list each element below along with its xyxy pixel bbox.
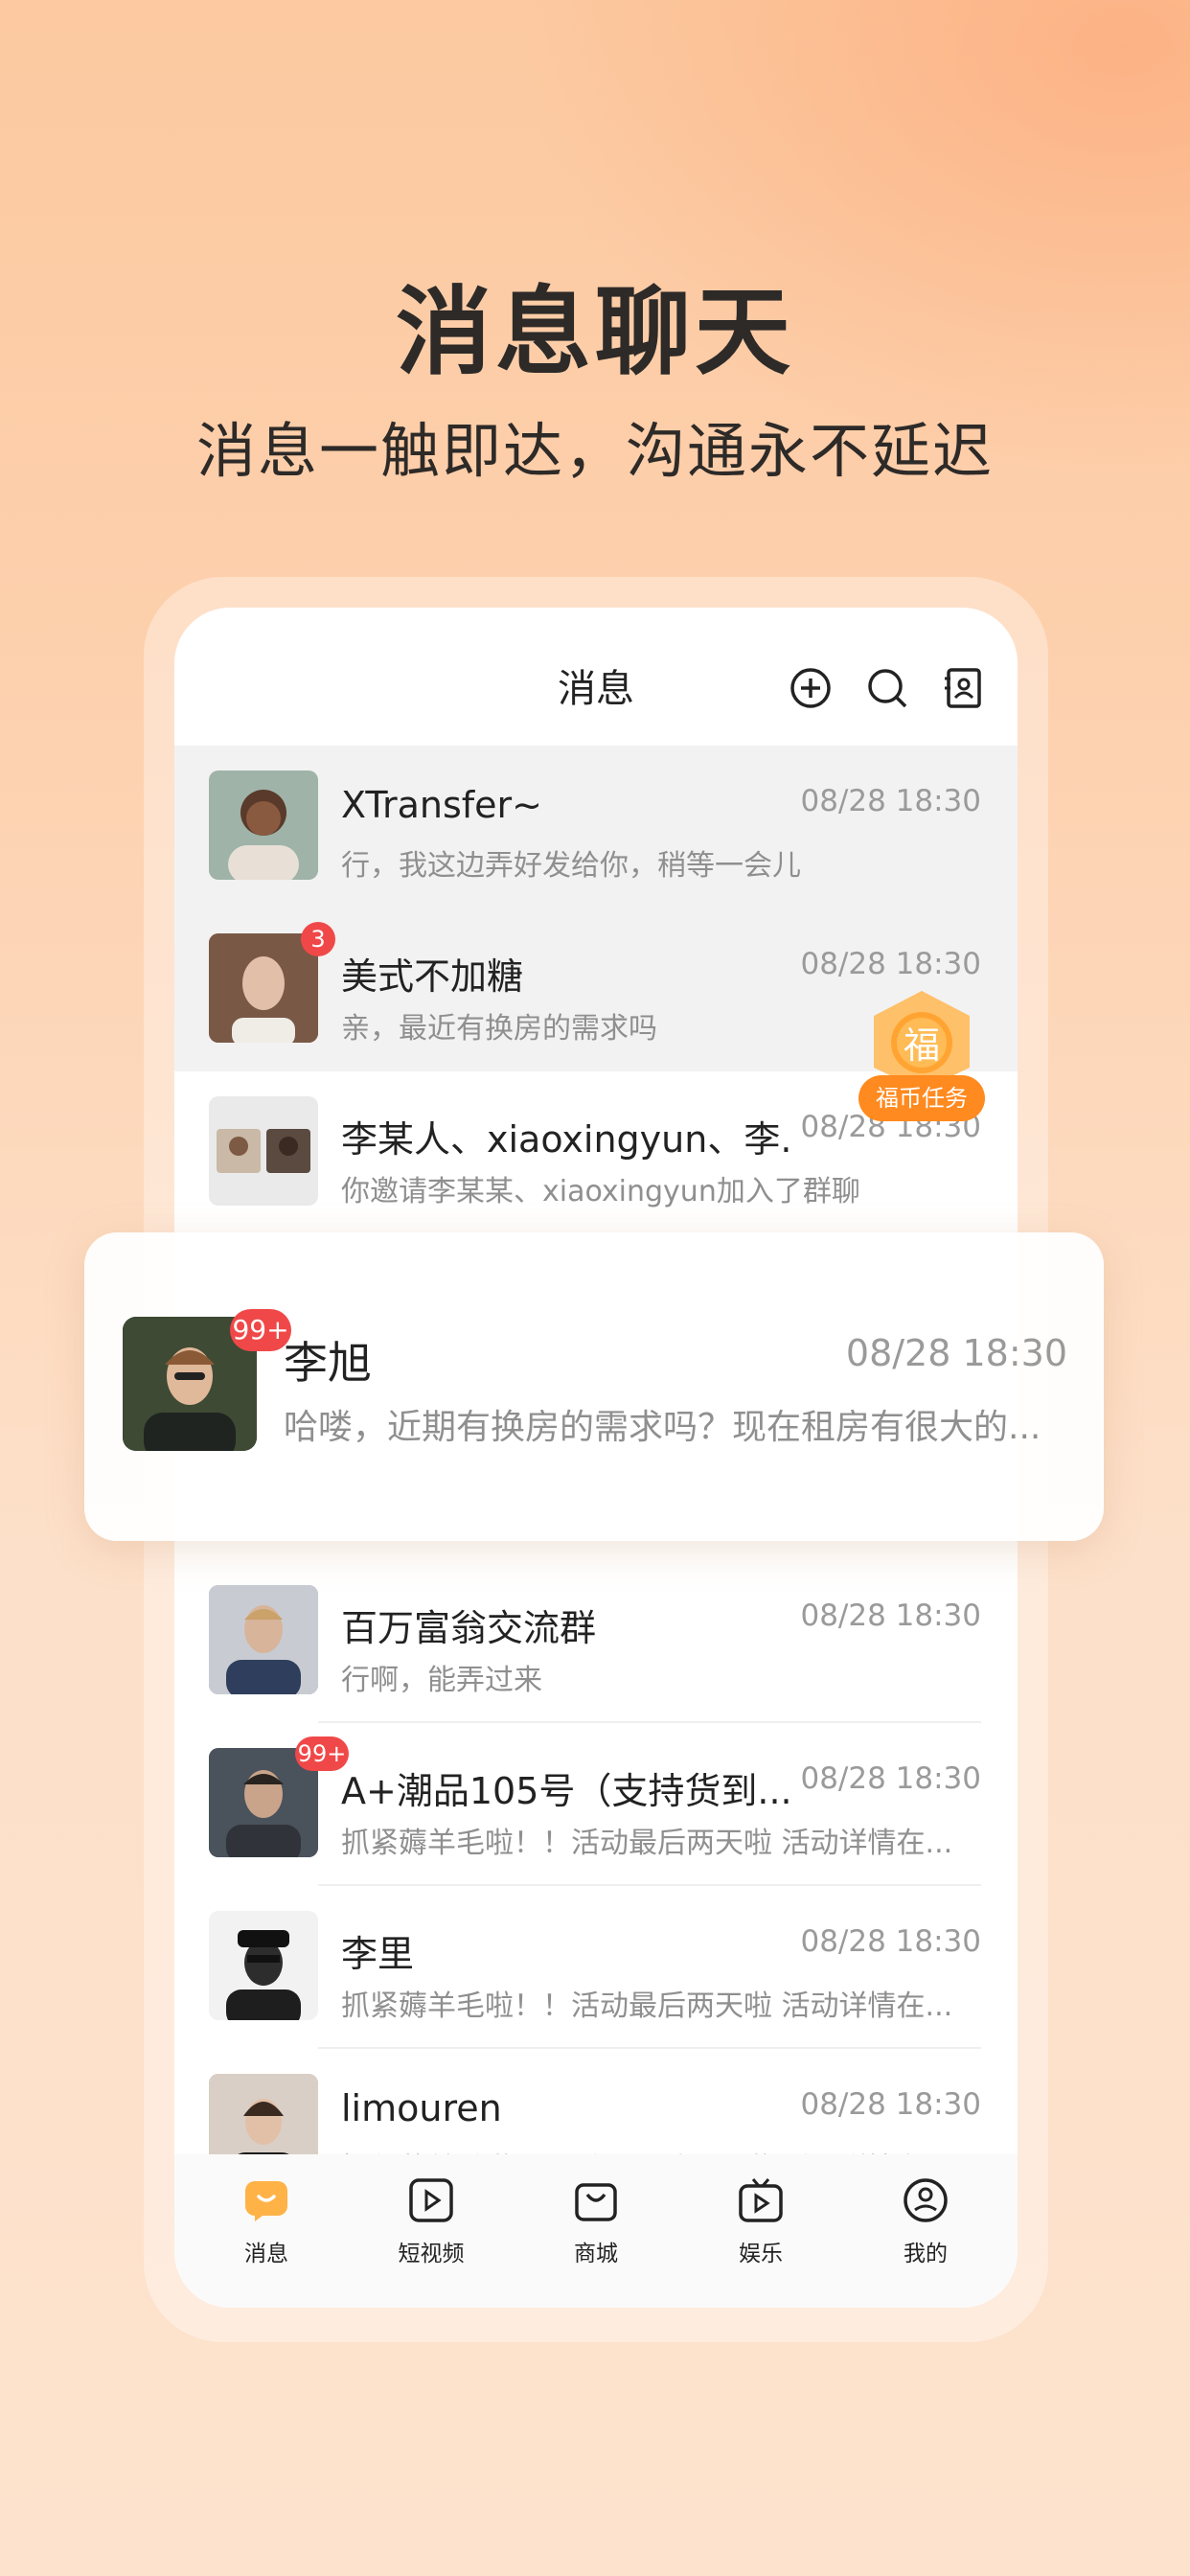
subline: 消息一触即达，沟通永不延迟 — [195, 416, 994, 486]
add-icon[interactable] — [788, 665, 834, 711]
conversation-preview: 亲，最近有换房的需求吗 — [341, 1012, 657, 1046]
conversation-preview: 哈喽，近期有换房的需求吗？现在租房有很大的... — [284, 1408, 1041, 1447]
tab-bar: 消息 短视频 商城 娱乐 我的 — [174, 2154, 1018, 2308]
conversation-name: XTransfer~ — [341, 784, 543, 826]
avatar — [209, 1585, 318, 1694]
reward-label: 福币任务 — [858, 1075, 985, 1121]
conversation-name: 李旭 — [284, 1337, 372, 1389]
conversation-time: 08/28 18:30 — [800, 784, 981, 818]
list-item[interactable]: XTransfer~ 08/28 18:30 行，我这边弄好发给你，稍等一会儿 — [174, 746, 1018, 908]
search-icon[interactable] — [864, 665, 910, 711]
conversation-time: 08/28 18:30 — [845, 1332, 1067, 1374]
tab-label: 娱乐 — [739, 2242, 783, 2266]
message-icon — [245, 2181, 287, 2221]
tab-messages[interactable]: 消息 — [209, 2175, 324, 2267]
conversation-preview: 行啊，能弄过来 — [341, 1664, 542, 1697]
headline: 消息聊天 — [396, 276, 794, 388]
shop-icon — [575, 2183, 617, 2221]
reward-task-button[interactable]: 福 福币任务 — [858, 987, 985, 1131]
tab-shop[interactable]: 商城 — [538, 2175, 653, 2267]
list-item[interactable]: 99+ A+潮品105号（支持货到... 08/28 18:30 抓紧薅羊毛啦！… — [174, 1723, 1018, 1886]
coin-glyph: 福 — [903, 1024, 940, 1067]
conversation-time: 08/28 18:30 — [800, 1761, 981, 1796]
tab-label: 我的 — [904, 2242, 948, 2266]
conversation-name: 百万富翁交流群 — [341, 1607, 597, 1649]
tab-profile[interactable]: 我的 — [868, 2175, 983, 2267]
conversation-name: 李某人、xiaoxingyun、李... — [341, 1118, 791, 1161]
avatar — [209, 770, 318, 880]
highlight-conversation-card[interactable]: 99+ 李旭 08/28 18:30 哈喽，近期有换房的需求吗？现在租房有很大的… — [84, 1232, 1104, 1541]
video-icon — [409, 2178, 453, 2222]
conversation-time: 08/28 18:30 — [800, 1924, 981, 1959]
tab-label: 短视频 — [398, 2242, 465, 2266]
nav-bar: 消息 — [174, 608, 1018, 746]
conversation-time: 08/28 18:30 — [800, 1598, 981, 1633]
conversation-preview: 抓紧薅羊毛啦！！活动最后两天啦 活动详情在... — [341, 1827, 953, 1860]
conversation-preview: 你邀请李某某、xiaoxingyun加入了群聊 — [341, 1175, 860, 1208]
tv-icon — [739, 2178, 783, 2222]
unread-badge: 99+ — [230, 1309, 291, 1351]
profile-icon — [904, 2178, 948, 2222]
conversation-preview: 行，我这边弄好发给你，稍等一会儿 — [341, 849, 801, 883]
conversation-name: A+潮品105号（支持货到... — [341, 1770, 791, 1812]
avatar — [209, 1911, 318, 2020]
tab-entertainment[interactable]: 娱乐 — [703, 2175, 818, 2267]
conversation-name: 李里 — [341, 1933, 415, 1975]
conversation-name: 美式不加糖 — [341, 955, 524, 998]
group-avatar — [209, 1096, 318, 1206]
tab-short-video[interactable]: 短视频 — [374, 2175, 489, 2267]
avatar — [209, 933, 318, 1043]
contacts-icon[interactable] — [941, 665, 987, 711]
tab-label: 商城 — [574, 2242, 618, 2266]
list-item[interactable]: 李里 08/28 18:30 抓紧薅羊毛啦！！活动最后两天啦 活动详情在... — [174, 1886, 1018, 2049]
conversation-name: limouren — [341, 2087, 502, 2129]
list-item[interactable]: 百万富翁交流群 08/28 18:30 行啊，能弄过来 — [174, 1560, 1018, 1723]
conversation-time: 08/28 18:30 — [800, 947, 981, 981]
unread-badge: 3 — [301, 922, 335, 956]
conversation-preview: 抓紧薅羊毛啦！！活动最后两天啦 活动详情在... — [341, 1990, 953, 2023]
tab-label: 消息 — [244, 2242, 288, 2266]
conversation-time: 08/28 18:30 — [800, 2087, 981, 2122]
